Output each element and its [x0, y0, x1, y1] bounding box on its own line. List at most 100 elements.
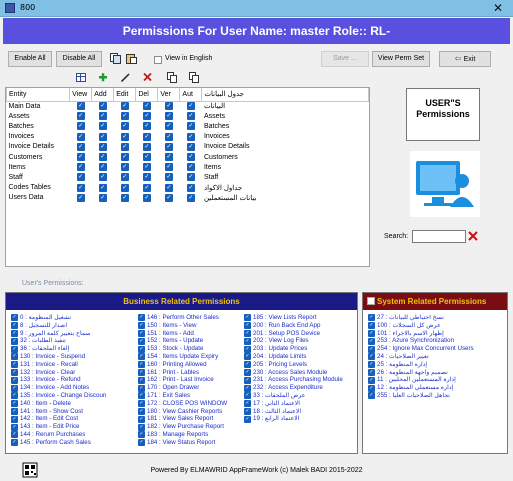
permission-item[interactable]: ✓ 8 : اصدار للتسجيل [11, 322, 133, 330]
permission-checkbox[interactable]: ✓ [11, 322, 18, 330]
permission-item[interactable]: ✓ 132 : Invoice - Clear [11, 369, 133, 377]
permission-checkbox[interactable]: ✓ [164, 173, 173, 182]
permission-checkbox[interactable]: ✓ [368, 314, 375, 322]
permission-checkbox[interactable]: ✓ [138, 337, 145, 345]
permission-checkbox[interactable]: ✓ [368, 384, 375, 392]
copy-icon[interactable] [167, 72, 177, 83]
close-icon[interactable]: ✕ [488, 1, 508, 15]
permission-checkbox[interactable]: ✓ [164, 183, 173, 192]
permission-checkbox[interactable]: ✓ [76, 122, 85, 131]
permission-item[interactable]: ✓ 182 : View Purchase Report [138, 423, 253, 431]
grid-header-1[interactable]: Entity [5, 88, 71, 102]
permission-item[interactable]: ✓ 133 : Invoice - Refund [11, 376, 133, 384]
permission-checkbox[interactable]: ✓ [138, 415, 145, 423]
permission-checkbox[interactable]: ✓ [11, 384, 18, 392]
permission-checkbox[interactable]: ✓ [98, 112, 107, 121]
permission-checkbox[interactable]: ✓ [98, 153, 107, 162]
permission-item[interactable]: ✓ 134 : Invoice - Add Notes [11, 384, 133, 392]
permission-checkbox[interactable]: ✓ [186, 173, 195, 182]
permission-item[interactable]: ✓ 184 : View Status Report [138, 439, 253, 447]
permission-item[interactable]: ✓ 101 : إظهار الاسم بالاجراء [368, 330, 506, 338]
permission-checkbox[interactable]: ✓ [11, 345, 18, 353]
grid-row[interactable]: Customers ✓ ✓ ✓ ✓ ✓ ✓ Customers [7, 152, 369, 162]
disable-all-button[interactable]: Disable All [56, 51, 102, 67]
permission-checkbox[interactable]: ✓ [138, 345, 145, 353]
permission-checkbox[interactable]: ✓ [244, 345, 251, 353]
permission-checkbox[interactable]: ✓ [120, 173, 129, 182]
permission-checkbox[interactable]: ✓ [186, 142, 195, 151]
permission-item[interactable]: ✓ 131 : Invoice - Recall [11, 361, 133, 369]
permission-checkbox[interactable]: ✓ [138, 314, 145, 322]
permission-checkbox[interactable]: ✓ [138, 353, 145, 361]
permission-item[interactable]: ✓ 151 : Items - Add [138, 330, 253, 338]
permission-checkbox[interactable]: ✓ [186, 122, 195, 131]
grid-row[interactable]: Users Data ✓ ✓ ✓ ✓ ✓ ✓ بيانات المستعملين [7, 193, 369, 203]
grid-header-3[interactable]: Add [91, 88, 115, 102]
permission-checkbox[interactable]: ✓ [120, 142, 129, 151]
permission-checkbox[interactable]: ✓ [120, 153, 129, 162]
save-button[interactable]: Save ... [321, 51, 369, 67]
permission-checkbox[interactable]: ✓ [164, 132, 173, 141]
permission-item[interactable]: ✓ 145 : Perform Cash Sales [11, 439, 133, 447]
permission-checkbox[interactable]: ✓ [186, 102, 195, 111]
permission-checkbox[interactable]: ✓ [368, 337, 375, 345]
add-icon[interactable] [99, 73, 107, 82]
permission-checkbox[interactable]: ✓ [244, 322, 251, 330]
permission-item[interactable]: ✓ 9 : سماح بتغيير كلمة المرور [11, 330, 133, 338]
permission-item[interactable]: ✓ 185 : View Lists Report [244, 314, 359, 322]
permission-checkbox[interactable]: ✓ [142, 142, 151, 151]
permission-checkbox[interactable]: ✓ [368, 322, 375, 330]
permission-checkbox[interactable]: ✓ [244, 384, 251, 392]
grid-header-6[interactable]: Ver [157, 88, 181, 102]
permission-item[interactable]: ✓ 11 : إدارة المستعملين المحليين [368, 376, 506, 384]
permission-checkbox[interactable]: ✓ [164, 142, 173, 151]
grid-row[interactable]: Items ✓ ✓ ✓ ✓ ✓ ✓ Items [7, 162, 369, 172]
permission-checkbox[interactable]: ✓ [142, 112, 151, 121]
permission-checkbox[interactable]: ✓ [138, 376, 145, 384]
permission-item[interactable]: ✓ 150 : Items - View [138, 322, 253, 330]
permission-checkbox[interactable]: ✓ [244, 361, 251, 369]
permission-item[interactable]: ✓ 180 : View Cashier Reports [138, 408, 253, 416]
permission-checkbox[interactable]: ✓ [11, 337, 18, 345]
permission-item[interactable]: ✓ 33 : عرض الملحقات [244, 392, 359, 400]
permission-checkbox[interactable]: ✓ [120, 132, 129, 141]
permission-checkbox[interactable]: ✓ [76, 132, 85, 141]
permission-checkbox[interactable]: ✓ [164, 163, 173, 172]
paste-icon[interactable] [189, 72, 199, 83]
view-perm-set-button[interactable]: View Perm Set [372, 51, 430, 67]
permission-checkbox[interactable]: ✓ [244, 368, 251, 376]
table-icon[interactable] [76, 73, 86, 82]
permission-checkbox[interactable]: ✓ [244, 376, 251, 384]
permission-checkbox[interactable]: ✓ [11, 368, 18, 376]
permission-checkbox[interactable]: ✓ [142, 122, 151, 131]
permission-item[interactable]: ✓ 172 : CLOSE POS WINDOW [138, 400, 253, 408]
permission-item[interactable]: ✓ 170 : Open Drawer [138, 384, 253, 392]
permission-checkbox[interactable]: ✓ [142, 173, 151, 182]
grid-header-5[interactable]: Del [135, 88, 159, 102]
permission-checkbox[interactable]: ✓ [186, 193, 195, 202]
view-in-english-checkbox[interactable] [154, 56, 162, 64]
grid-row[interactable]: Main Data ✓ ✓ ✓ ✓ ✓ ✓ البيانات [7, 101, 369, 111]
permission-checkbox[interactable]: ✓ [142, 183, 151, 192]
grid-header-8[interactable]: جدول البيانات [201, 88, 369, 102]
permission-checkbox[interactable]: ✓ [11, 439, 18, 447]
permission-checkbox[interactable]: ✓ [11, 423, 18, 431]
permission-item[interactable]: ✓ 32 : تنفيذ الطلبات [11, 337, 133, 345]
permission-checkbox[interactable]: ✓ [120, 112, 129, 121]
permission-checkbox[interactable]: ✓ [244, 353, 251, 361]
clear-search-icon[interactable] [468, 231, 478, 241]
grid-header-2[interactable]: View [69, 88, 93, 102]
permission-checkbox[interactable]: ✓ [138, 329, 145, 337]
permission-item[interactable]: ✓ 255 : تجاهل الصلاحيات العليا [368, 392, 506, 400]
permission-checkbox[interactable]: ✓ [368, 345, 375, 353]
permission-checkbox[interactable]: ✓ [244, 337, 251, 345]
permission-checkbox[interactable]: ✓ [164, 112, 173, 121]
permission-checkbox[interactable]: ✓ [164, 153, 173, 162]
permission-item[interactable]: ✓ 254 : Ignore Max Concurrent Users [368, 345, 506, 353]
permission-checkbox[interactable]: ✓ [138, 322, 145, 330]
grid-row[interactable]: Codes Tables ✓ ✓ ✓ ✓ ✓ ✓ جداول الاكواد [7, 183, 369, 193]
paste-perms-icon[interactable] [126, 53, 137, 64]
permission-item[interactable]: ✓ 140 : Item - Delete [11, 400, 133, 408]
permission-checkbox[interactable]: ✓ [186, 112, 195, 121]
permission-checkbox[interactable]: ✓ [98, 132, 107, 141]
